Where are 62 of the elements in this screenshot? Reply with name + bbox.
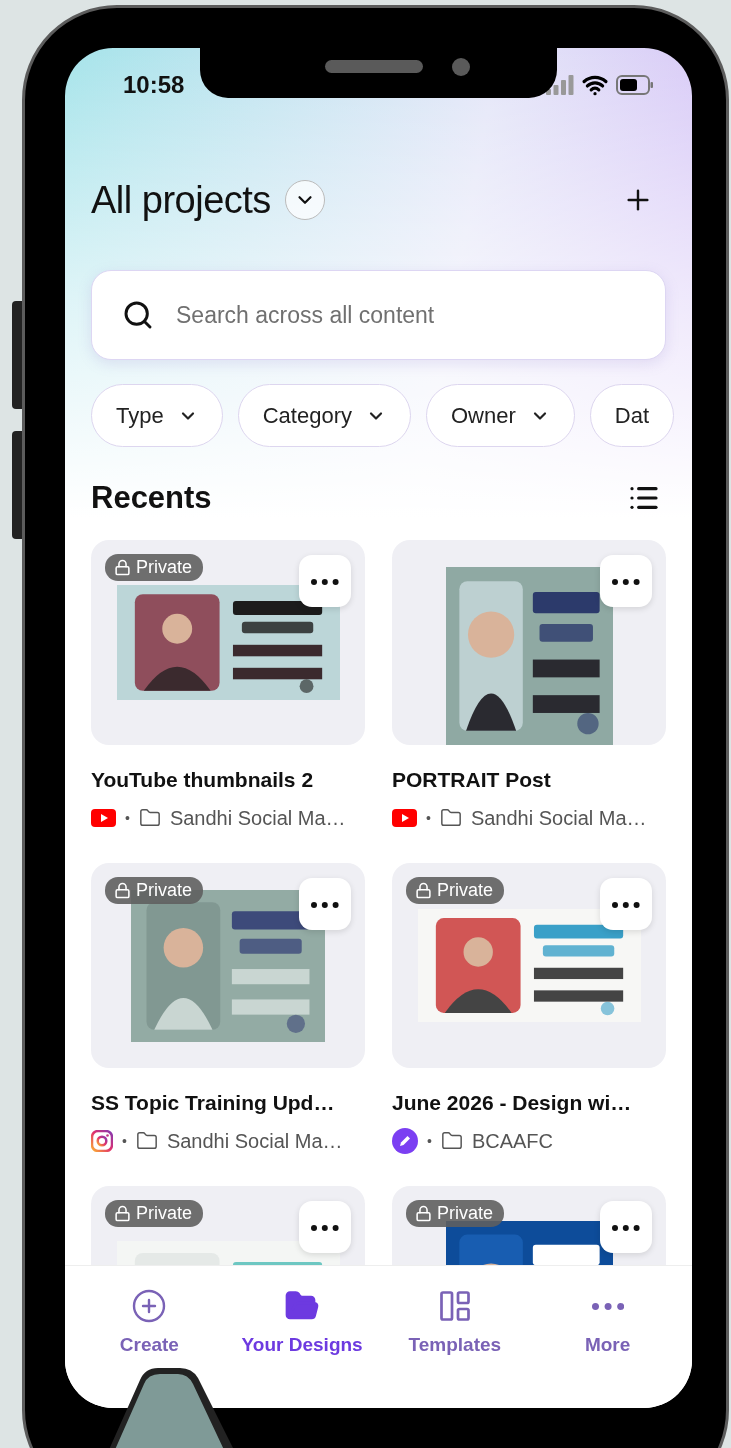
thumbnail-card[interactable] bbox=[392, 540, 666, 745]
more-icon bbox=[311, 578, 339, 585]
more-button[interactable] bbox=[299, 878, 351, 930]
video-icon bbox=[392, 809, 417, 827]
filter-chip[interactable]: Category bbox=[237, 384, 411, 447]
page-title: All projects bbox=[91, 178, 271, 222]
more-button[interactable] bbox=[600, 1201, 652, 1253]
signal-icon bbox=[546, 75, 574, 95]
nav-tab[interactable]: More bbox=[531, 1288, 684, 1356]
more-button[interactable] bbox=[600, 878, 652, 930]
folder-icon bbox=[439, 807, 462, 829]
section-title: Recents bbox=[91, 480, 212, 516]
thumbnail-card[interactable]: Private bbox=[91, 863, 365, 1068]
video-icon bbox=[91, 809, 116, 827]
search-icon bbox=[122, 299, 154, 331]
pencil-icon bbox=[392, 1128, 418, 1154]
separator-dot: • bbox=[125, 810, 130, 826]
folder-icon bbox=[138, 807, 161, 829]
more-icon bbox=[612, 1224, 640, 1231]
design-title[interactable]: SS Topic Training Upd… bbox=[91, 1090, 365, 1116]
add-icon bbox=[131, 1288, 168, 1324]
filter-chip[interactable]: Type bbox=[91, 384, 223, 447]
separator-dot: • bbox=[426, 810, 431, 826]
private-badge: Private bbox=[406, 1200, 505, 1227]
filter-chip[interactable]: Dat bbox=[589, 384, 675, 447]
nav-tab[interactable]: Create bbox=[73, 1288, 226, 1356]
design-title[interactable]: YouTube thumbnails 2 bbox=[91, 767, 365, 793]
filter-chip[interactable]: Owner bbox=[426, 384, 575, 447]
more-button[interactable] bbox=[600, 555, 652, 607]
camera-icon bbox=[91, 1130, 113, 1152]
folder-name: Sandhi Social Ma… bbox=[166, 1129, 343, 1153]
folder-name: Sandhi Social Ma… bbox=[470, 806, 647, 830]
design-title[interactable]: PORTRAIT Post bbox=[392, 767, 666, 793]
folder-name: Sandhi Social Ma… bbox=[169, 806, 346, 830]
separator-dot: • bbox=[122, 1133, 127, 1149]
search-field[interactable]: Search across all content bbox=[91, 270, 666, 360]
thumbnail-card[interactable]: Private bbox=[392, 1186, 666, 1265]
folder-icon bbox=[135, 1130, 158, 1152]
separator-dot: • bbox=[427, 1133, 432, 1149]
nav-tab[interactable]: Templates bbox=[378, 1288, 532, 1356]
more-icon bbox=[612, 578, 640, 585]
search-input[interactable]: Search across all content bbox=[174, 300, 635, 330]
dropdown-button[interactable] bbox=[284, 180, 325, 220]
private-badge: Private bbox=[406, 877, 505, 904]
nav-tab[interactable]: Your Designs bbox=[225, 1288, 379, 1356]
more-icon bbox=[591, 1303, 624, 1310]
thumbnail-card[interactable]: Private bbox=[91, 1186, 365, 1265]
more-button[interactable] bbox=[299, 1201, 351, 1253]
private-badge: Private bbox=[105, 1200, 204, 1227]
more-icon bbox=[612, 901, 640, 908]
design-title[interactable]: June 2026 - Design wi… bbox=[392, 1090, 666, 1116]
thumbnail-card[interactable]: Private bbox=[91, 540, 365, 745]
battery-icon bbox=[616, 75, 654, 95]
more-icon bbox=[311, 901, 339, 908]
private-badge: Private bbox=[105, 554, 204, 581]
more-icon bbox=[311, 1224, 339, 1231]
more-button[interactable] bbox=[299, 555, 351, 607]
folder-name: BCAAFC bbox=[471, 1129, 554, 1153]
private-badge: Private bbox=[105, 877, 204, 904]
thumbnail-card[interactable]: Private bbox=[392, 863, 666, 1068]
folder-icon bbox=[440, 1130, 463, 1152]
clock-time: 10:58 bbox=[123, 71, 185, 99]
